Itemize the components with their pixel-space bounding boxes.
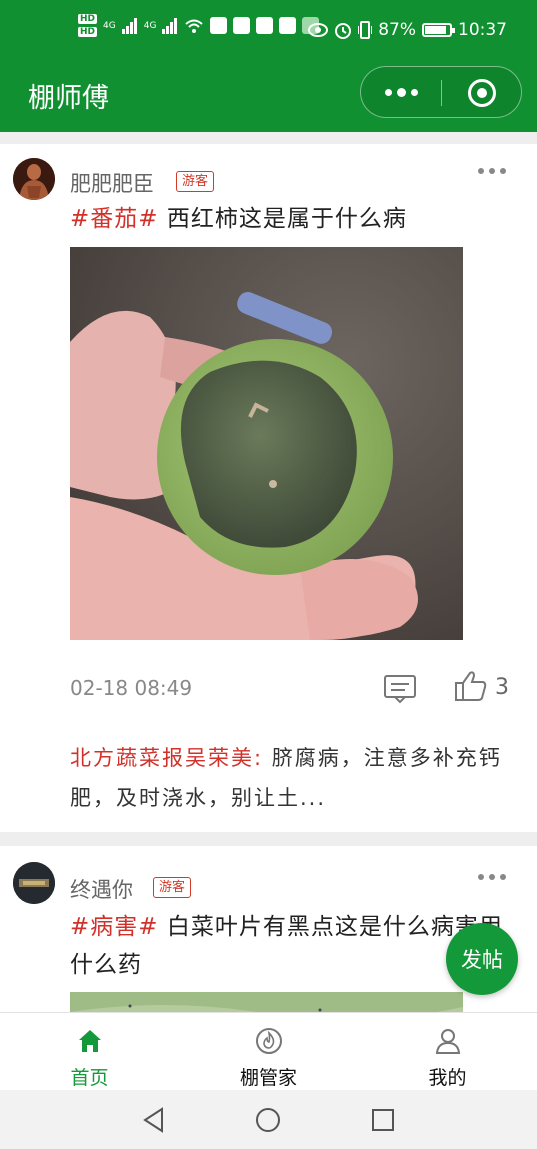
dot-icon <box>410 88 418 96</box>
tab-label: 我的 <box>428 1067 467 1089</box>
tab-label: 棚管家 <box>239 1067 297 1089</box>
signal-icon <box>162 17 178 34</box>
new-post-button[interactable]: 发帖 <box>446 923 518 995</box>
post-feed[interactable]: 肥肥肥臣 游客 #番茄# 西红柿这是属于什么病 02-18 08:49 3 北方… <box>0 132 537 1012</box>
avatar-image <box>13 862 55 904</box>
fire-icon <box>256 1028 282 1054</box>
status-right: 87% 10:37 <box>308 20 507 40</box>
reply-author[interactable]: 北方蔬菜报吴荣美: <box>70 746 263 770</box>
system-nav-bar <box>0 1090 537 1149</box>
close-miniprogram-button[interactable] <box>468 79 496 107</box>
topic-tag[interactable]: #番茄# <box>70 206 159 232</box>
hd-badge: HD <box>78 14 98 24</box>
signal-label: 4G <box>103 20 116 31</box>
wifi-icon <box>185 19 204 33</box>
post-image[interactable] <box>70 247 463 640</box>
username[interactable]: 肥肥肥臣 <box>70 168 154 198</box>
tab-bar: 首页 棚管家 我的 <box>0 1012 537 1090</box>
tab-profile[interactable]: 我的 <box>358 1013 537 1091</box>
thumbs-up-icon <box>455 671 487 701</box>
tomato-photo <box>70 247 463 640</box>
notification-app-icon <box>279 17 297 34</box>
post-card[interactable]: 终遇你 游客 #病害# 白菜叶片有黑点这是什么病害用什么药 <box>0 846 537 1012</box>
home-circle-icon[interactable] <box>254 1106 282 1134</box>
top-reply[interactable]: 北方蔬菜报吴荣美: 脐腐病，注意多补充钙肥，及时浇水，别让土... <box>70 738 515 818</box>
more-menu-button[interactable] <box>361 67 441 117</box>
dot-icon <box>478 168 484 174</box>
dot-icon <box>500 168 506 174</box>
signal-icon <box>121 17 137 34</box>
like-count: 3 <box>495 675 509 700</box>
dot-icon <box>489 874 495 880</box>
notification-app-icon <box>210 17 228 34</box>
tab-label: 首页 <box>70 1067 109 1089</box>
like-icon[interactable] <box>454 670 488 706</box>
tab-greenhouse-manager[interactable]: 棚管家 <box>179 1013 358 1091</box>
vibrate-icon <box>358 21 373 39</box>
new-post-label: 发帖 <box>461 948 503 972</box>
cabbage-photo <box>70 992 463 1012</box>
battery-icon <box>422 23 455 37</box>
status-left: HD HD 4G 4G <box>78 14 320 37</box>
nav-bar: 棚师傅 <box>0 62 537 132</box>
notification-app-icon <box>256 17 274 34</box>
guest-badge: 游客 <box>153 877 192 898</box>
hd-badge: HD <box>78 27 98 37</box>
post-more-button[interactable] <box>478 168 506 174</box>
comment-icon-svg <box>384 675 416 704</box>
divider <box>0 132 537 144</box>
post-image[interactable] <box>70 992 463 1012</box>
avatar[interactable] <box>13 862 55 904</box>
eye-icon <box>308 23 329 37</box>
signal-label: 4G <box>143 20 157 31</box>
username[interactable]: 终遇你 <box>70 874 133 904</box>
page-title: 棚师傅 <box>28 83 109 114</box>
capsule-divider <box>441 80 442 106</box>
post-content[interactable]: #番茄# 西红柿这是属于什么病 <box>70 200 520 238</box>
comment-icon[interactable] <box>383 674 417 708</box>
dot-icon <box>396 87 406 97</box>
dot-icon <box>478 874 484 880</box>
clock: 10:37 <box>458 20 507 40</box>
notification-app-icon <box>233 17 251 34</box>
post-more-button[interactable] <box>478 874 506 880</box>
dot-icon <box>489 168 495 174</box>
miniprogram-capsule <box>360 66 522 118</box>
user-icon <box>435 1029 461 1054</box>
status-bar: HD HD 4G 4G 87% 10:37 <box>0 0 537 62</box>
dot-icon <box>500 874 506 880</box>
avatar[interactable] <box>13 158 55 200</box>
guest-badge: 游客 <box>176 171 215 192</box>
post-text: 西红柿这是属于什么病 <box>158 206 407 232</box>
topic-tag[interactable]: #病害# <box>70 914 159 940</box>
avatar-image <box>13 158 55 200</box>
tab-home[interactable]: 首页 <box>0 1013 179 1091</box>
battery-percent: 87% <box>378 20 416 40</box>
back-icon[interactable] <box>140 1106 168 1134</box>
alarm-icon <box>335 23 352 39</box>
dot-icon <box>384 88 392 96</box>
post-card[interactable]: 肥肥肥臣 游客 #番茄# 西红柿这是属于什么病 02-18 08:49 3 北方… <box>0 144 537 832</box>
home-icon <box>79 1030 101 1052</box>
post-time: 02-18 08:49 <box>70 676 193 700</box>
divider <box>0 832 537 846</box>
recents-icon[interactable] <box>369 1106 397 1134</box>
